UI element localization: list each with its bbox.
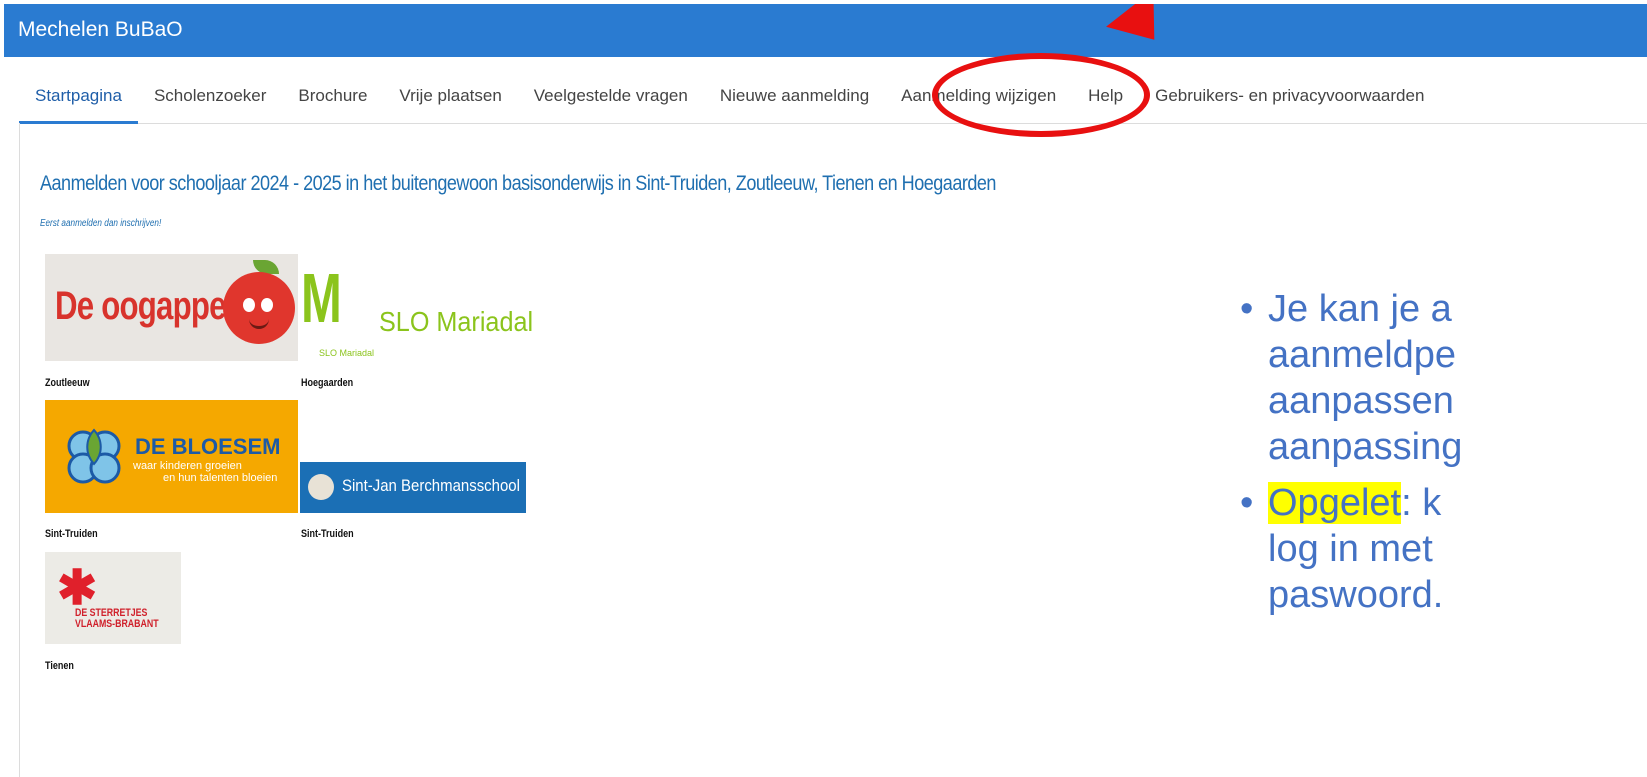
bullet-line: log in met — [1268, 528, 1433, 570]
annotation-circle — [932, 53, 1150, 137]
bullet-line: aanpassing — [1268, 426, 1463, 468]
top-app-bar: Mechelen BuBaO — [4, 4, 1647, 57]
bullet-dot-icon: • — [1240, 288, 1254, 330]
bullet-line: Je kan je a — [1268, 288, 1452, 330]
app-title[interactable]: Mechelen BuBaO — [18, 18, 183, 42]
emblem-icon — [308, 474, 334, 500]
logo-title: DE BLOESEM — [135, 434, 281, 459]
logo-small-text: SLO Mariadal — [319, 348, 375, 358]
m-logo-icon: M — [301, 259, 342, 337]
highlighted-word: Opgelet — [1268, 482, 1402, 524]
apple-icon — [223, 272, 295, 344]
main-navigation: Startpagina Scholenzoeker Brochure Vrije… — [19, 57, 1647, 124]
school-logo-bloesem[interactable]: DE BLOESEM waar kinderen groeien en hun … — [45, 400, 298, 513]
school-caption: Tienen — [45, 660, 74, 672]
tab-veelgestelde-vragen[interactable]: Veelgestelde vragen — [518, 57, 704, 123]
bullet-line: aanmeldpe — [1268, 334, 1457, 376]
bullet-line: paswoord. — [1268, 574, 1444, 616]
school-caption: Zoutleeuw — [45, 377, 90, 389]
school-caption: Sint-Truiden — [301, 528, 354, 540]
logo-tagline-line1: waar kinderen groeien — [133, 460, 242, 472]
logo-tagline: waar kinderen groeien en hun talenten bl… — [133, 460, 277, 484]
tab-scholenzoeker[interactable]: Scholenzoeker — [138, 57, 282, 123]
logo-text: Sint-Jan Berchmansschool — [342, 476, 520, 495]
logo-text-line2: VLAAMS-BRABANT — [75, 618, 159, 630]
tab-brochure[interactable]: Brochure — [282, 57, 383, 123]
nav-tabs: Startpagina Scholenzoeker Brochure Vrije… — [19, 57, 1440, 124]
tab-gebruikers-privacyvoorwaarden[interactable]: Gebruikers- en privacyvoorwaarden — [1139, 57, 1440, 123]
page-title: Aanmelden voor schooljaar 2024 - 2025 in… — [40, 172, 996, 195]
tab-nieuwe-aanmelding[interactable]: Nieuwe aanmelding — [704, 57, 885, 123]
flower-icon — [67, 428, 121, 484]
school-logo-sterretjes[interactable]: ✱ DE STERRETJES VLAAMS-BRABANT — [45, 552, 181, 644]
school-logo-sint-jan[interactable]: Sint-Jan Berchmansschool — [300, 462, 526, 513]
bullet-line: aanpassen — [1268, 380, 1454, 422]
content-border — [19, 123, 20, 777]
tab-startpagina[interactable]: Startpagina — [19, 57, 138, 124]
slide-bullets: • Je kan je a aanmeldpe aanpassen aanpas… — [1240, 286, 1647, 618]
page-subtitle: Eerst aanmelden dan inschrijven! — [40, 218, 162, 229]
logo-text: SLO Mariadal — [379, 306, 534, 337]
browser-page: Mechelen BuBaO Startpagina Scholenzoeker… — [4, 4, 1647, 777]
school-caption: Hoegaarden — [301, 377, 354, 389]
bullet-dot-icon: • — [1240, 482, 1254, 524]
logo-tagline-line2: en hun talenten bloeien — [163, 472, 278, 484]
school-logo-oogappel[interactable]: De oogappel — [45, 254, 298, 361]
logo-text: De oogappel — [55, 284, 234, 328]
bullet-item: • Opgelet: k log in met paswoord. — [1240, 480, 1647, 618]
bullet-text: : k — [1401, 482, 1442, 524]
bullet-line: Opgelet: k — [1268, 480, 1647, 526]
school-logo-mariadal[interactable]: M SLO Mariadal SLO Mariadal — [301, 256, 571, 363]
tab-vrije-plaatsen[interactable]: Vrije plaatsen — [383, 57, 517, 123]
school-caption: Sint-Truiden — [45, 528, 98, 540]
logo-text: DE STERRETJES VLAAMS-BRABANT — [75, 608, 159, 630]
bullet-item: • Je kan je a aanmeldpe aanpassen aanpas… — [1240, 286, 1647, 470]
